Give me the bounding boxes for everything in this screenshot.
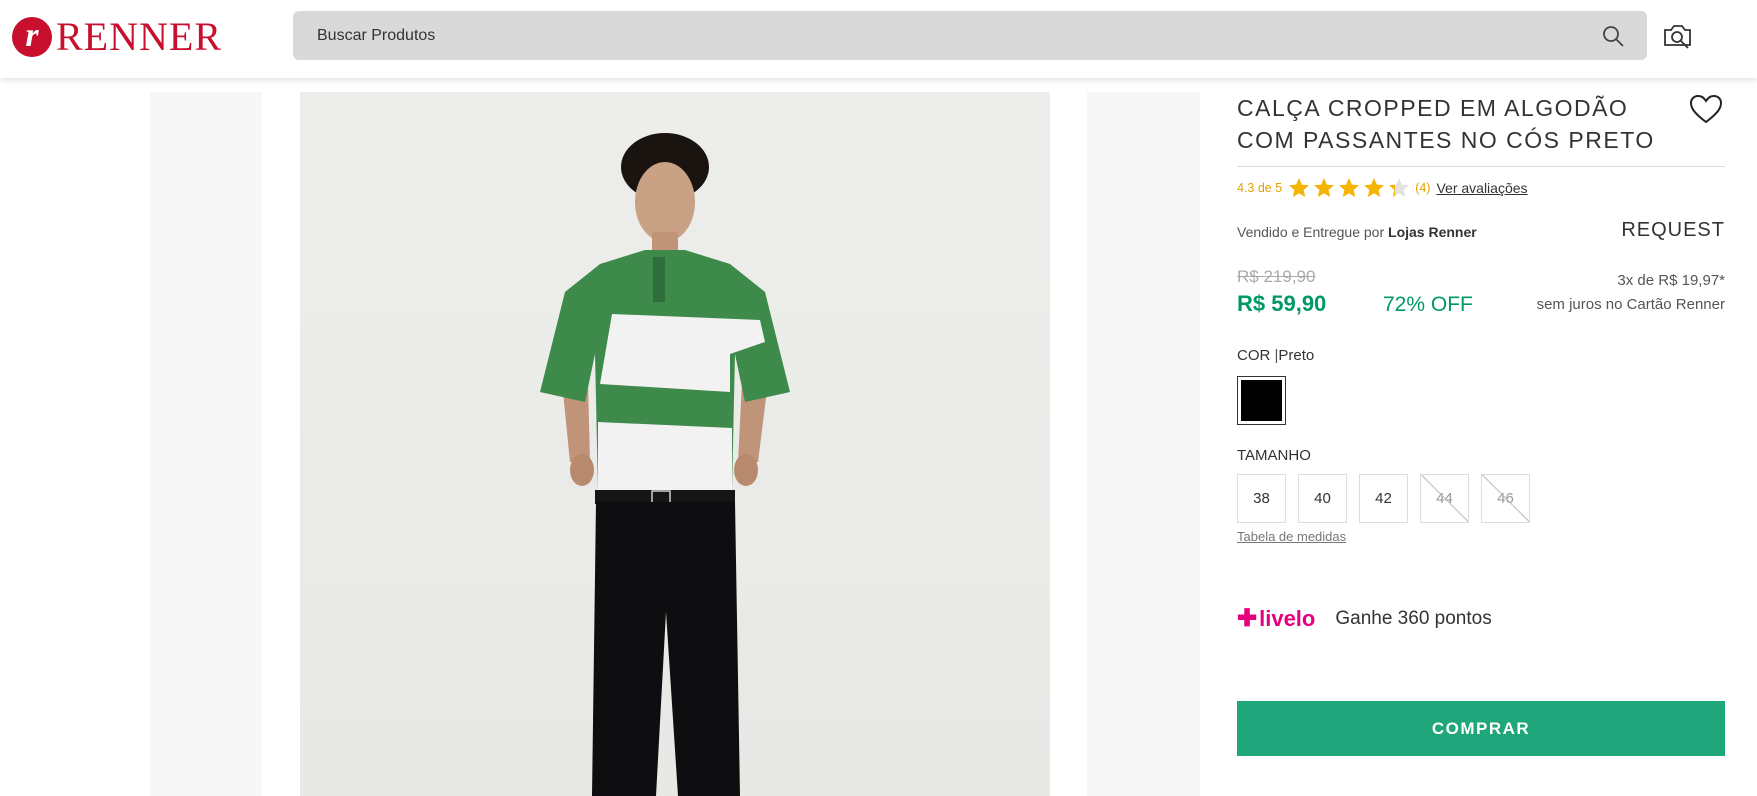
star-partial-icon	[1389, 178, 1410, 197]
color-label-text: COR	[1237, 347, 1271, 364]
size-option-38[interactable]: 38	[1237, 474, 1286, 523]
buy-button[interactable]: COMPRAR	[1237, 701, 1725, 756]
installments-line-1: 3x de R$ 19,97*	[1617, 272, 1725, 289]
rating-count: (4)	[1415, 181, 1431, 195]
camera-search-icon[interactable]	[1662, 21, 1694, 51]
product-title: CALÇA CROPPED EM ALGODÃO COM PASSANTES N…	[1237, 95, 1655, 153]
renner-logo[interactable]: r RENNER	[12, 17, 222, 57]
installments-info: 3x de R$ 19,97* sem juros no Cartão Renn…	[1537, 269, 1725, 317]
swatch-fill	[1241, 380, 1282, 421]
search-input[interactable]	[317, 11, 1517, 60]
star-icon	[1289, 178, 1310, 197]
see-reviews-link[interactable]: Ver avaliações	[1436, 180, 1527, 196]
rating-text: 4.3 de 5	[1237, 181, 1283, 195]
installments-line-2: sem juros no Cartão Renner	[1536, 296, 1725, 313]
current-price: R$ 59,90	[1237, 291, 1327, 316]
seller-info: Vendido e Entregue por Lojas Renner	[1237, 224, 1477, 240]
livelo-plus-icon: ✚	[1237, 605, 1258, 632]
size-label: TAMANHO	[1237, 447, 1311, 464]
color-swatch-black[interactable]	[1237, 376, 1286, 425]
livelo-row: ✚ livelo Ganhe 360 pontos	[1237, 604, 1725, 633]
size-table-link[interactable]: Tabela de medidas	[1237, 529, 1346, 544]
seller-name: Lojas Renner	[1388, 224, 1477, 240]
old-price: R$ 219,90	[1237, 267, 1316, 286]
livelo-logo-text: livelo	[1259, 605, 1316, 631]
star-icon	[1339, 178, 1360, 197]
star-icon	[1364, 178, 1385, 197]
site-header: r RENNER	[0, 0, 1757, 78]
gallery-next-image[interactable]	[1087, 92, 1200, 796]
color-value: Preto	[1278, 347, 1315, 364]
title-divider	[1237, 166, 1725, 167]
discount-badge: 72% OFF	[1383, 293, 1473, 316]
size-option-40[interactable]: 40	[1298, 474, 1347, 523]
seller-row: Vendido e Entregue por Lojas Renner REQU…	[1237, 219, 1725, 245]
size-option-46-unavailable: 46	[1481, 474, 1530, 523]
star-icon	[1314, 178, 1335, 197]
wishlist-heart-icon[interactable]	[1689, 94, 1723, 126]
model-illustration	[540, 133, 790, 796]
price-row: R$ 219,90 R$ 59,90 72% OFF 3x de R$ 19,9…	[1237, 267, 1725, 325]
size-option-42[interactable]: 42	[1359, 474, 1408, 523]
logo-text: RENNER	[56, 14, 222, 59]
search-bar	[293, 11, 1647, 60]
logo-mark: r	[12, 17, 52, 57]
search-icon[interactable]	[1601, 24, 1625, 48]
size-options: 38 40 42 44 46	[1237, 474, 1725, 523]
livelo-points: Ganhe 360 pontos	[1335, 607, 1492, 629]
rating-row: 4.3 de 5 (4) Ver avaliações	[1237, 177, 1725, 199]
livelo-logo: ✚ livelo	[1237, 604, 1315, 633]
rating-stars	[1287, 176, 1412, 200]
brand-name[interactable]: REQUEST	[1621, 219, 1725, 242]
size-option-44-unavailable: 44	[1420, 474, 1469, 523]
product-photo[interactable]	[300, 92, 1050, 796]
product-info-panel: CALÇA CROPPED EM ALGODÃO COM PASSANTES N…	[1237, 92, 1725, 756]
seller-prefix: Vendido e Entregue por	[1237, 224, 1385, 240]
gallery-prev-image[interactable]	[150, 92, 262, 796]
color-label: COR |Preto	[1237, 347, 1725, 364]
